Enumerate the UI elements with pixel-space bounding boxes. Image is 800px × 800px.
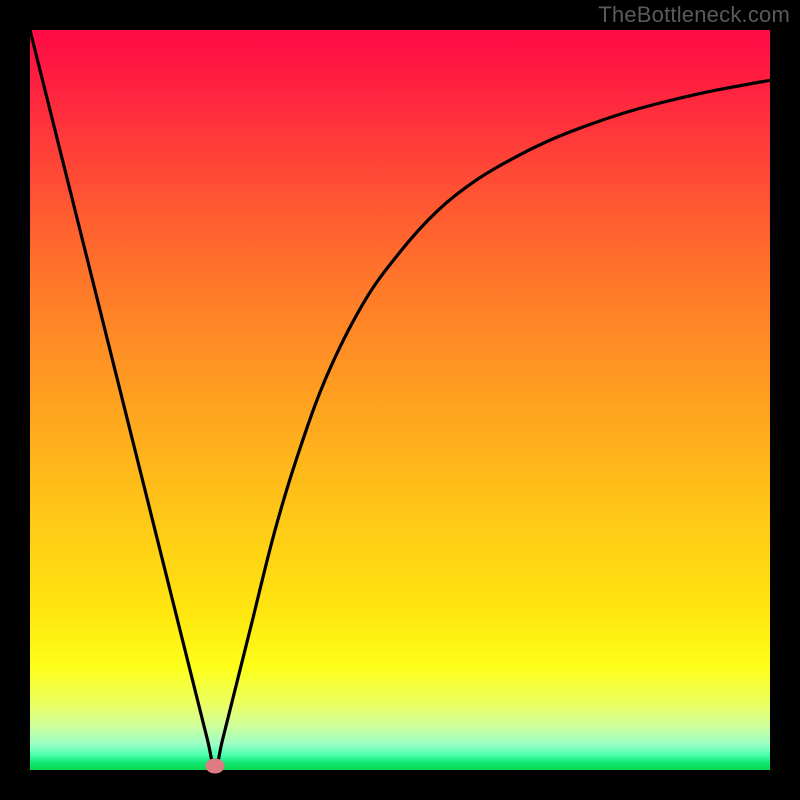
minimum-marker (206, 759, 224, 773)
bottleneck-curve-svg (30, 30, 770, 770)
bottleneck-curve (30, 30, 770, 770)
attribution-text: TheBottleneck.com (598, 2, 790, 28)
chart-frame: TheBottleneck.com (0, 0, 800, 800)
plot-area (30, 30, 770, 770)
